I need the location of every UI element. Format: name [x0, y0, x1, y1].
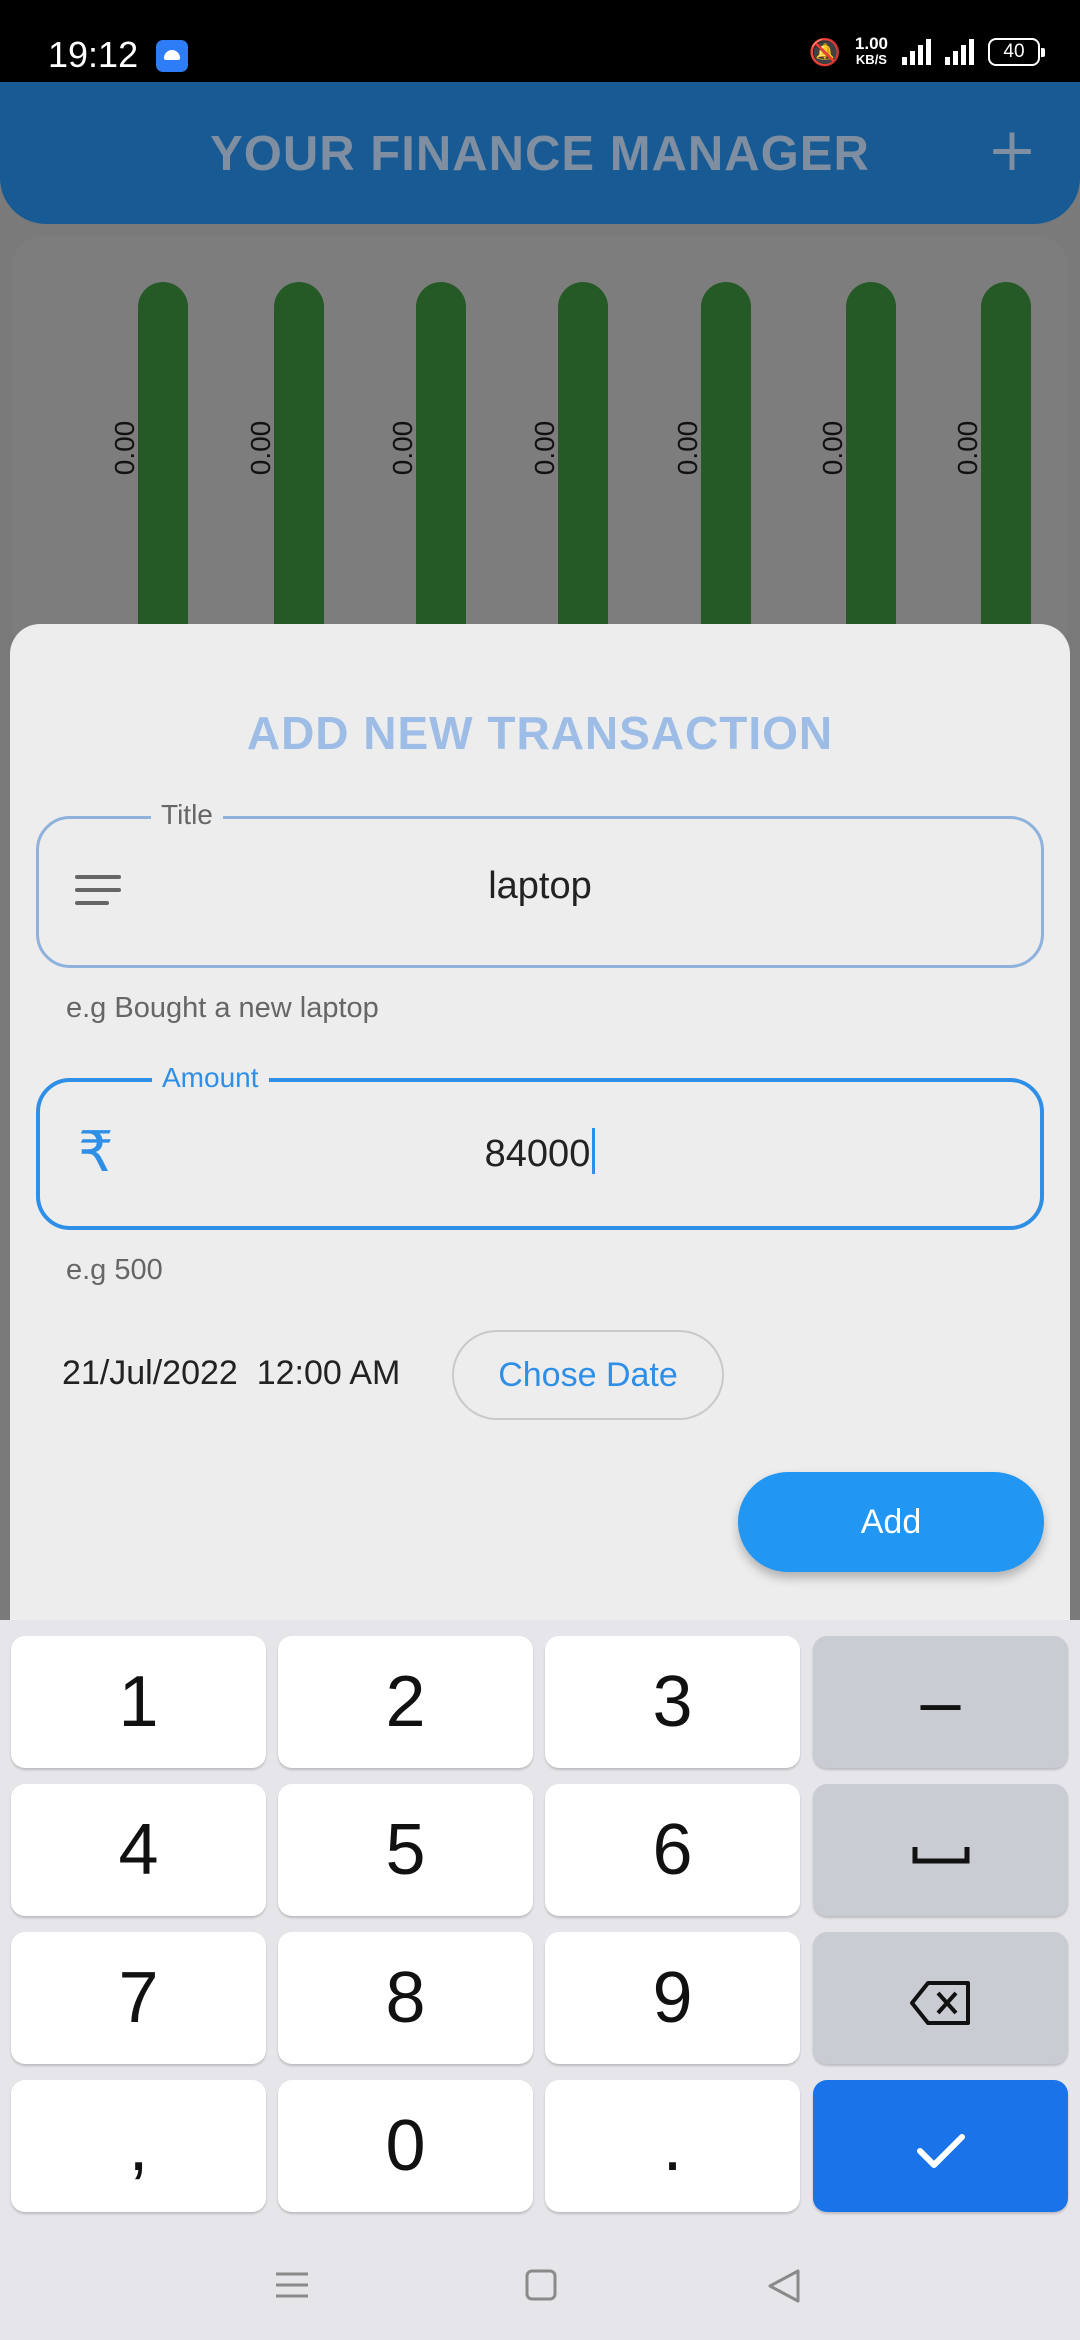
android-notification-icon	[156, 40, 188, 72]
title-field-label: Title	[151, 799, 223, 831]
done-key[interactable]	[813, 2080, 1068, 2212]
bar-track	[138, 282, 188, 662]
title-field[interactable]: Title laptop	[36, 799, 1044, 968]
key-8[interactable]: 8	[278, 1932, 533, 2064]
bar-value-label: 0.00	[387, 420, 418, 476]
title-input[interactable]: laptop	[39, 865, 1041, 908]
key-7[interactable]: 7	[11, 1932, 266, 2064]
plus-icon[interactable]: +	[984, 120, 1040, 180]
key-5[interactable]: 5	[278, 1784, 533, 1916]
network-speed-unit: KB/S	[855, 52, 887, 67]
chart-bar: 0.00	[776, 282, 896, 662]
key-comma[interactable]: ,	[11, 2080, 266, 2212]
app-bar: YOUR FINANCE MANAGER +	[0, 82, 1080, 224]
back-icon[interactable]	[766, 2268, 802, 2304]
backspace-key[interactable]	[813, 1932, 1068, 2064]
space-icon	[912, 1846, 969, 1864]
bar-track	[416, 282, 466, 662]
bar-value-label: 0.00	[952, 420, 983, 476]
backspace-icon	[909, 1980, 970, 2025]
signal-icon	[902, 39, 931, 65]
chart-bar: 0.00	[68, 282, 188, 662]
amount-input-wrap[interactable]: 84000	[40, 1128, 1040, 1176]
chose-date-button[interactable]: Chose Date	[452, 1330, 724, 1420]
amount-input[interactable]: 84000	[485, 1133, 591, 1175]
app-title: YOUR FINANCE MANAGER	[210, 127, 870, 181]
bar-value-label: 0.00	[529, 420, 560, 476]
vibrate-off-icon: 🔕	[808, 36, 841, 67]
bar-track	[701, 282, 751, 662]
menu-icon[interactable]	[274, 2268, 310, 2302]
weekly-chart: 0.00 0.00 0.00 0.00 0.00 0.00 0.00	[12, 236, 1068, 662]
bar-value-label: 0.00	[672, 420, 703, 476]
text-cursor	[592, 1128, 596, 1174]
bar-value-label: 0.00	[817, 420, 848, 476]
bar-track	[558, 282, 608, 662]
bar-value-label: 0.00	[245, 420, 276, 476]
key-0[interactable]: 0	[278, 2080, 533, 2212]
chart-bar: 0.00	[204, 282, 324, 662]
key-period[interactable]: .	[545, 2080, 800, 2212]
battery-icon: 40	[988, 38, 1045, 66]
space-key[interactable]	[813, 1784, 1068, 1916]
bar-track	[846, 282, 896, 662]
chart-bar: 0.00	[911, 282, 1031, 662]
chart-bar: 0.00	[488, 282, 608, 662]
amount-field[interactable]: Amount ₹ 84000	[36, 1062, 1044, 1230]
key-4[interactable]: 4	[11, 1784, 266, 1916]
network-speed: 1.00 KB/S	[854, 34, 888, 68]
key-minus[interactable]: –	[813, 1636, 1068, 1768]
key-2[interactable]: 2	[278, 1636, 533, 1768]
numeric-keyboard: 1 2 3 – 4 5 6 7 8 9 , 0 .	[0, 1620, 1080, 2230]
key-6[interactable]: 6	[545, 1784, 800, 1916]
chart-bar: 0.00	[346, 282, 466, 662]
status-indicators: 🔕 1.00 KB/S 40	[808, 34, 1045, 68]
add-button[interactable]: Add	[738, 1472, 1044, 1572]
key-9[interactable]: 9	[545, 1932, 800, 2064]
sheet-title: ADD NEW TRANSACTION	[246, 707, 834, 759]
bar-track	[274, 282, 324, 662]
key-3[interactable]: 3	[545, 1636, 800, 1768]
add-transaction-sheet: ADD NEW TRANSACTION Title laptop e.g Bou…	[10, 624, 1070, 1624]
home-icon[interactable]	[524, 2268, 558, 2302]
status-bar: 19:12 🔕 1.00 KB/S 40	[0, 0, 1080, 82]
signal-icon-2	[945, 39, 974, 65]
checkmark-icon	[916, 2133, 965, 2168]
network-speed-value: 1.00	[854, 34, 888, 53]
amount-field-label: Amount	[152, 1062, 269, 1094]
selected-date: 21/Jul/2022 12:00 AM	[62, 1354, 401, 1392]
bar-track	[981, 282, 1031, 662]
chart-bar: 0.00	[631, 282, 751, 662]
amount-helper-text: e.g 500	[66, 1254, 163, 1286]
title-helper-text: e.g Bought a new laptop	[66, 992, 379, 1024]
status-time: 19:12	[48, 34, 139, 75]
key-1[interactable]: 1	[11, 1636, 266, 1768]
system-navigation-bar	[0, 2230, 1080, 2340]
bar-value-label: 0.00	[109, 420, 140, 476]
